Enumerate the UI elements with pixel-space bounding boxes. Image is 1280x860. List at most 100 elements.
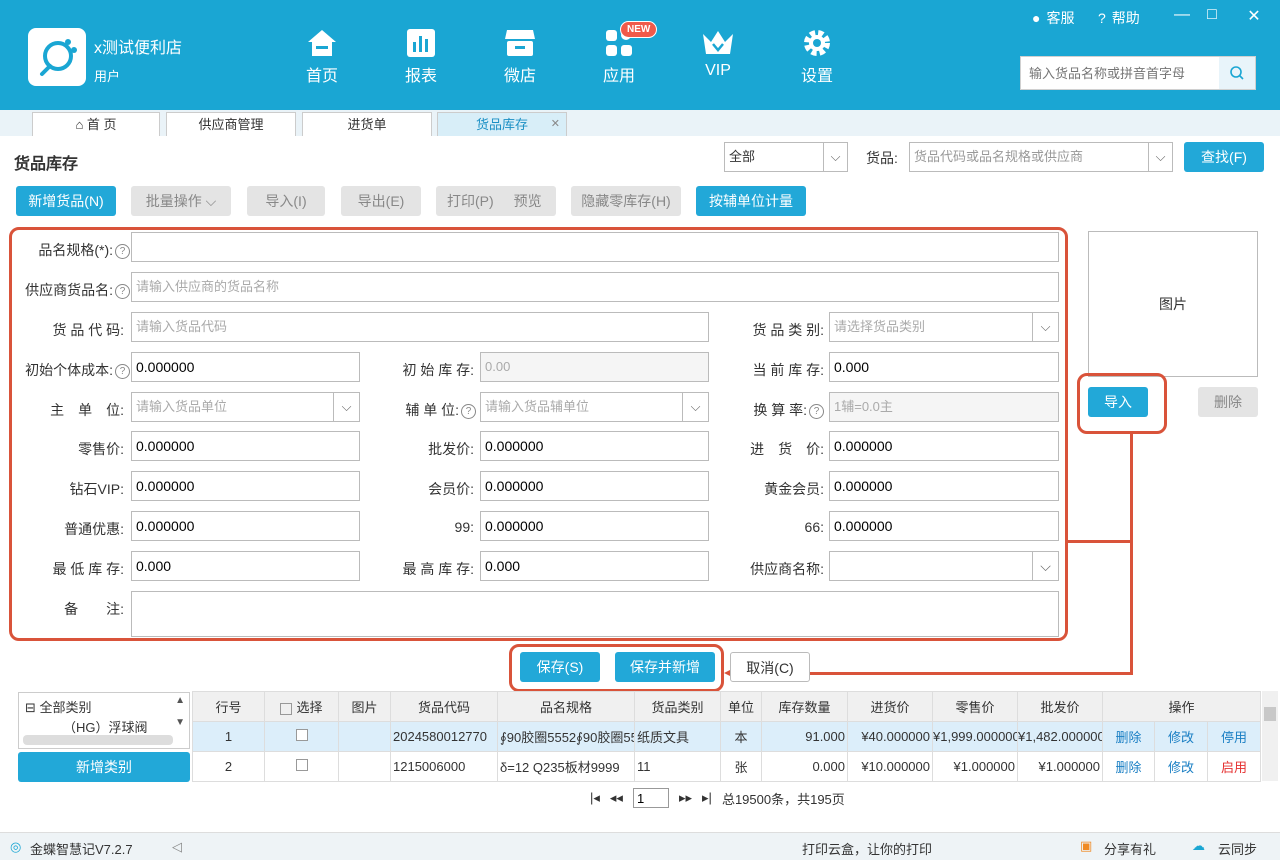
help-icon[interactable]: ? (461, 403, 476, 419)
goods-filter-input[interactable]: 货品代码或品名规格或供应商 ⌵ (909, 142, 1173, 172)
row-name: ∮90胶圈5552∮90胶圈5552 (497, 721, 635, 752)
global-search-input[interactable] (1021, 57, 1219, 89)
next-page-icon[interactable]: ▸▸ (679, 790, 692, 806)
purchase-input[interactable]: 0.000000 (829, 431, 1059, 461)
col-header: 零售价 (932, 691, 1018, 722)
export-button[interactable]: 导出(E) (341, 186, 421, 216)
member-input[interactable]: 0.000000 (480, 471, 709, 501)
scroll-up-icon[interactable]: ▲ (175, 695, 185, 706)
save-and-new-button[interactable]: 保存并新增 (615, 652, 715, 682)
help-icon[interactable]: ? (115, 283, 130, 299)
init-stock-input[interactable]: 0.00 (480, 352, 709, 382)
help-icon[interactable]: ? (115, 243, 130, 259)
cur-stock-input[interactable]: 0.000 (829, 352, 1059, 382)
tree-root[interactable]: ⊟ 全部类别 (25, 697, 92, 716)
hide-zero-stock-button[interactable]: 隐藏零库存(H) (571, 186, 681, 216)
close-icon[interactable]: ✕ (1244, 6, 1264, 26)
search-button[interactable] (1219, 57, 1255, 89)
disable-link[interactable]: 停用 (1207, 721, 1261, 752)
global-search[interactable] (1020, 56, 1256, 90)
retail-input[interactable]: 0.000000 (131, 431, 360, 461)
last-page-icon[interactable]: ▸| (702, 790, 712, 806)
category-filter-select[interactable]: 全部 ⌵ (724, 142, 848, 172)
nav-vip[interactable]: VIP (688, 28, 748, 80)
help-icon[interactable]: ? (115, 363, 130, 379)
add-goods-button[interactable]: 新增货品(N) (16, 186, 116, 216)
help-link[interactable]: ? 帮助 (1098, 8, 1140, 28)
edit-link[interactable]: 修改 (1154, 751, 1208, 782)
name-input[interactable] (131, 232, 1059, 262)
scroll-down-icon[interactable]: ▼ (175, 717, 185, 728)
close-icon[interactable]: ✕ (551, 113, 560, 136)
nav-home[interactable]: 首页 (292, 28, 352, 86)
delete-link[interactable]: 删除 (1102, 721, 1155, 752)
ad-text[interactable]: 打印云盒，让你的打印 (802, 839, 932, 858)
goods-filter-label: 货品: (866, 150, 898, 166)
share-link[interactable]: 分享有礼 (1104, 839, 1156, 858)
page-summary: 总19500条，共195页 (721, 791, 845, 807)
picture-import-button[interactable]: 导入 (1088, 387, 1148, 417)
nav-microshop[interactable]: 微店 (490, 28, 550, 86)
maximize-icon[interactable]: □ (1202, 6, 1222, 24)
remark-input[interactable] (131, 591, 1059, 637)
supplier-select[interactable]: ⌵ (829, 551, 1059, 581)
rate-input[interactable]: 1辅=0.0主 (829, 392, 1059, 422)
main-unit-select[interactable]: 请输入货品单位 ⌵ (131, 392, 360, 422)
find-button[interactable]: 查找(F) (1184, 142, 1264, 172)
import-button[interactable]: 导入(I) (247, 186, 325, 216)
wholesale-input[interactable]: 0.000000 (480, 431, 709, 461)
picture-delete-button[interactable]: 删除 (1198, 387, 1258, 417)
supplier-name-input[interactable]: 请输入供应商的货品名称 (131, 272, 1059, 302)
normal-discount-input[interactable]: 0.000000 (131, 511, 360, 541)
first-page-icon[interactable]: |◂ (590, 790, 600, 806)
save-button[interactable]: 保存(S) (520, 652, 600, 682)
add-category-button[interactable]: 新增类别 (18, 752, 190, 782)
print-button[interactable]: 打印(P) 预览 (436, 186, 556, 216)
chevron-down-icon: ⌵ (333, 393, 359, 421)
price-66-input[interactable]: 0.000000 (829, 511, 1059, 541)
category-select[interactable]: 请选择货品类别 ⌵ (829, 312, 1059, 342)
init-cost-input[interactable]: 0.000000 (131, 352, 360, 382)
edit-link[interactable]: 修改 (1154, 721, 1208, 752)
row-checkbox[interactable] (264, 751, 339, 782)
table-row[interactable]: 1 2024580012770 ∮90胶圈5552∮90胶圈5552 纸质文具 … (192, 721, 1261, 752)
page-input[interactable] (632, 788, 669, 808)
code-input[interactable]: 请输入货品代码 (131, 312, 709, 342)
nav-settings[interactable]: 设置 (787, 28, 847, 86)
row-checkbox[interactable] (264, 721, 339, 752)
delete-link[interactable]: 删除 (1102, 751, 1155, 782)
prev-page-icon[interactable]: ◂◂ (610, 790, 623, 806)
checkbox[interactable] (295, 729, 308, 741)
checkbox[interactable] (295, 759, 308, 771)
shop-icon (505, 30, 535, 56)
batch-operation-button[interactable]: 批量操作 ⌵ (131, 186, 231, 216)
price-99-input[interactable]: 0.000000 (480, 511, 709, 541)
nav-reports[interactable]: 报表 (391, 28, 451, 86)
minimize-icon[interactable]: — (1172, 6, 1192, 24)
checkbox[interactable] (280, 702, 293, 715)
col-header[interactable]: 选择 (264, 691, 339, 722)
table-scrollbar[interactable] (1262, 691, 1278, 781)
tree-item[interactable]: （HG）浮球阀 (63, 717, 173, 736)
cancel-button[interactable]: 取消(C) (730, 652, 810, 682)
tab-inventory[interactable]: 货品库存 ✕ (437, 112, 567, 136)
min-stock-input[interactable]: 0.000 (131, 551, 360, 581)
enable-link[interactable]: 启用 (1207, 751, 1261, 782)
table-row[interactable]: 2 1215006000 δ=12 Q235板材9999 11 张 0.000 … (192, 751, 1261, 782)
speaker-icon[interactable]: ◁ (172, 839, 182, 855)
tab-supplier[interactable]: 供应商管理 (166, 112, 296, 136)
scrollbar-thumb[interactable] (1264, 707, 1276, 721)
supplier-name-label: 供应商货品名:? (14, 280, 130, 300)
cloud-sync-link[interactable]: 云同步 (1218, 839, 1257, 858)
aux-unit-button[interactable]: 按辅单位计量 (696, 186, 806, 216)
tab-home[interactable]: ⌂ 首 页 (32, 112, 160, 136)
aux-unit-select[interactable]: 请输入货品辅单位 ⌵ (480, 392, 709, 422)
diamond-vip-input[interactable]: 0.000000 (131, 471, 360, 501)
service-link[interactable]: ● 客服 (1032, 8, 1074, 28)
gold-member-input[interactable]: 0.000000 (829, 471, 1059, 501)
tab-purchase[interactable]: 进货单 (302, 112, 432, 136)
tree-scrollbar[interactable] (23, 735, 173, 745)
preview-button[interactable]: 预览 (514, 193, 542, 209)
help-icon[interactable]: ? (809, 403, 824, 419)
max-stock-input[interactable]: 0.000 (480, 551, 709, 581)
